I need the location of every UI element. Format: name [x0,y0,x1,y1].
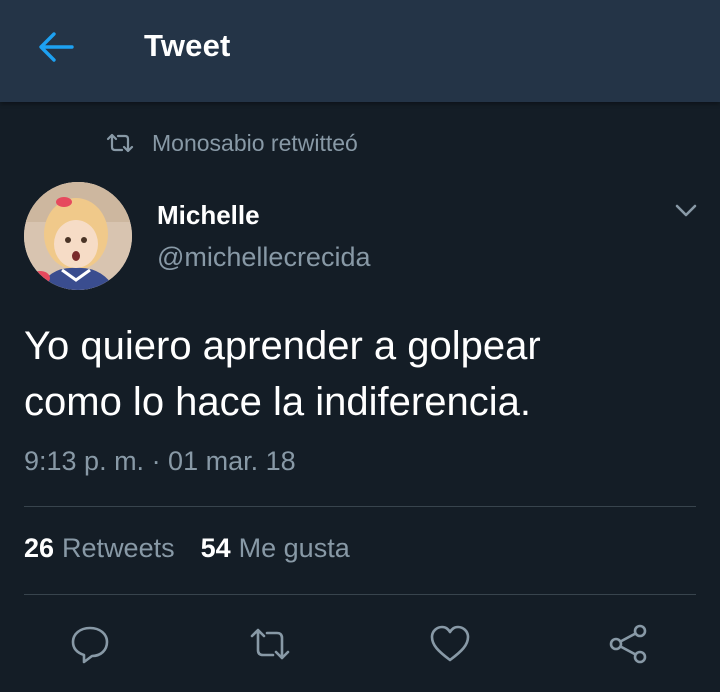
tweet-timestamp: 9:13 p. m. · 01 mar. 18 [24,446,296,476]
retweets-label: Retweets [62,533,175,563]
tweet-stats: 26 Retweets 54 Me gusta [24,533,376,569]
share-icon [609,624,647,664]
back-button[interactable] [36,30,76,64]
author-handle[interactable]: @michellecrecida [157,242,370,273]
share-button[interactable] [606,622,650,666]
heart-icon [430,625,470,662]
avatar[interactable] [24,182,132,290]
author-name[interactable]: Michelle [157,200,260,231]
divider [24,506,696,507]
likes-stat[interactable]: 54 Me gusta [201,533,350,564]
retweeted-by-text: Monosabio retwitteó [152,129,358,156]
reply-button[interactable] [68,622,112,666]
retweets-count: 26 [24,533,55,563]
likes-count: 54 [200,533,231,563]
retweet-button[interactable] [248,622,292,666]
like-button[interactable] [428,622,472,666]
retweet-context: Monosabio retwitteó [106,128,358,158]
chevron-down-icon [675,204,697,217]
likes-label: Me gusta [238,533,350,563]
tweet-menu-button[interactable] [672,200,700,220]
divider [24,594,696,595]
retweet-icon [106,132,134,154]
tweet-detail-screen: Tweet Monosabio retwitteó Michelle @mich… [0,0,720,692]
tweet-text: Yo quiero aprender a golpear como lo hac… [24,324,541,424]
retweet-icon [250,628,290,660]
page-title: Tweet [144,28,231,63]
top-app-bar: Tweet [0,0,720,102]
reply-icon [71,626,109,664]
arrow-left-icon [39,32,74,62]
retweets-stat[interactable]: 26 Retweets [24,533,175,564]
